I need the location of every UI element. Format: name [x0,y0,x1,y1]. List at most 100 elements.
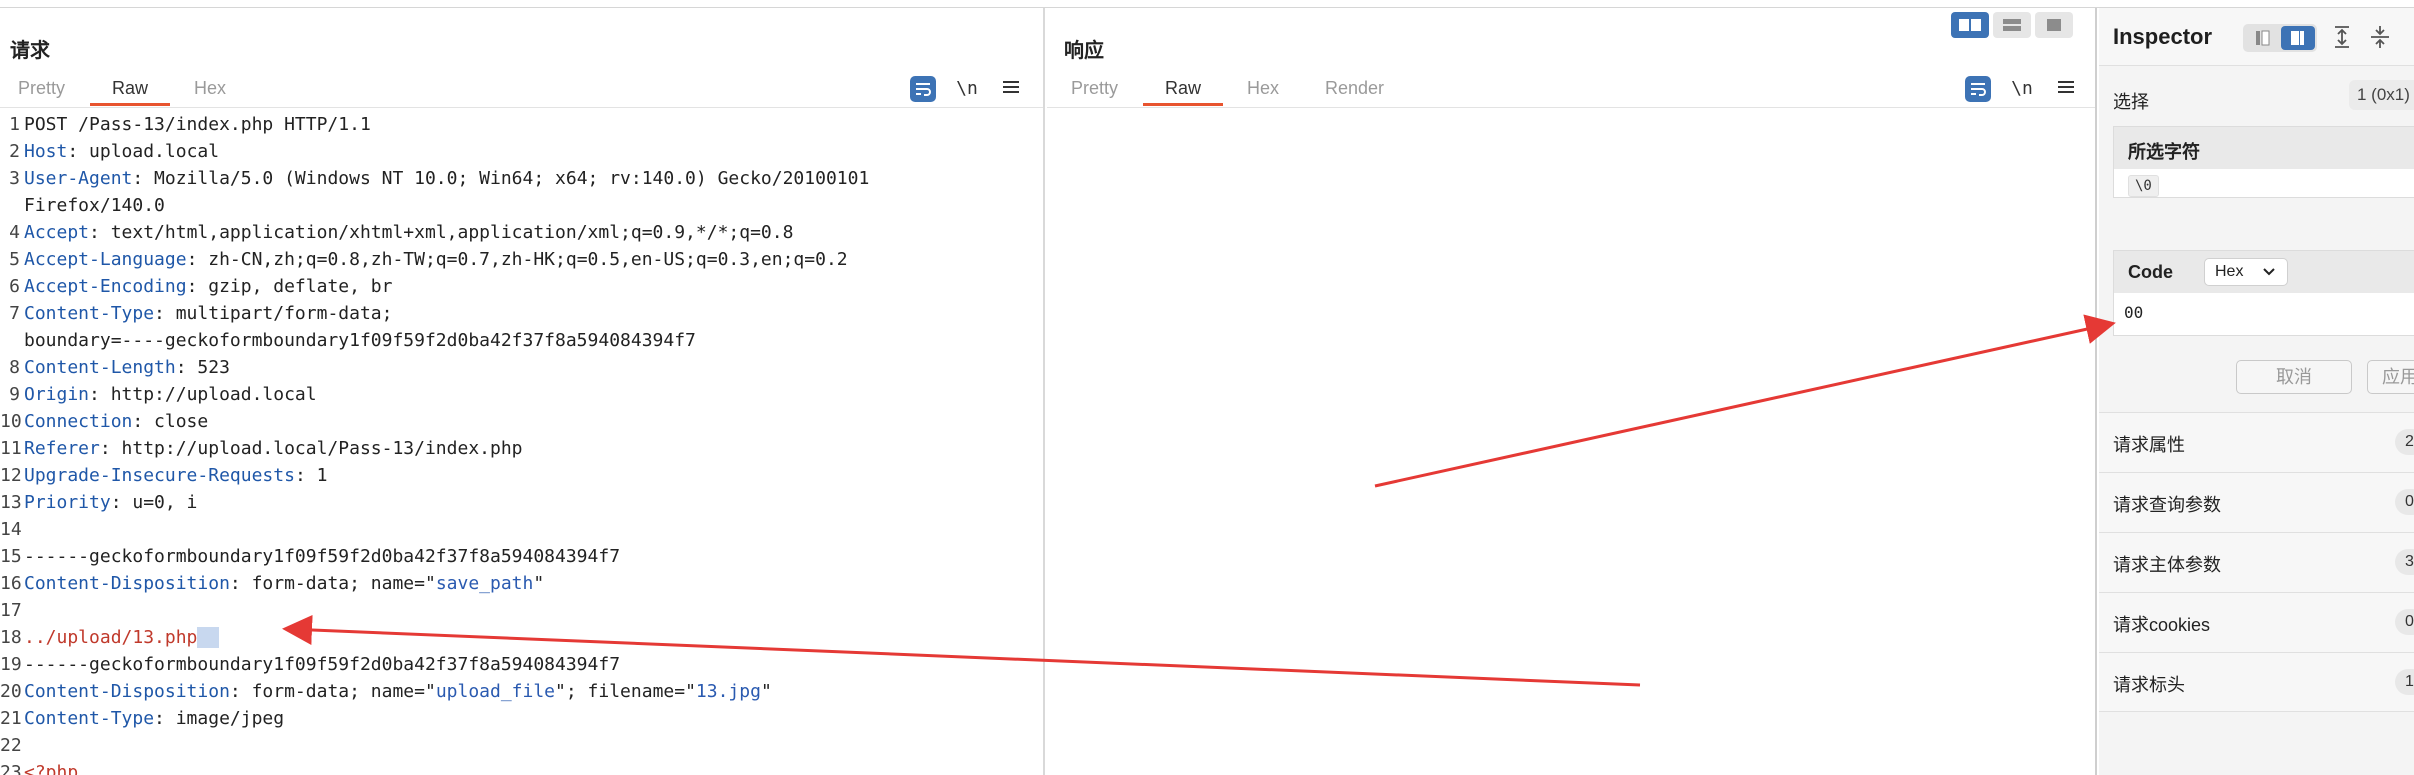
inspector-panel: Inspector 选择 1 (0x1) 所选字符 \0 Code Hex 00… [2099,8,2414,775]
code-line: 2 Host: upload.local [0,138,219,165]
code-line: 14 [0,516,24,543]
string-value: save_path [435,573,534,594]
section-request-query-params[interactable]: 请求查询参数 0 [2099,472,2414,532]
request-active-tab-underline [90,103,170,106]
line-number: 17 [0,600,22,621]
response-tab-pretty[interactable]: Pretty [1071,78,1118,99]
response-newline-toggle-icon[interactable]: \n [2009,76,2035,102]
header-name: Content-Length [24,357,176,378]
chevron-down-icon [2261,259,2277,294]
inspector-layout-left-icon[interactable] [2245,26,2279,50]
header-name: Content-Type [24,303,155,324]
response-tabs: Pretty Raw Hex Render \n [1047,70,2095,108]
line-text: Accept-Language: zh-CN,zh;q=0.8,zh-TW;q=… [24,246,848,273]
header-value: boundary=----geckoformboundary1f09f59f2d… [24,330,696,351]
code-line: 3 User-Agent: Mozilla/5.0 (Windows NT 10.… [0,165,869,192]
header-value: : multipart/form-data; [154,303,393,324]
line-text: User-Agent: Mozilla/5.0 (Windows NT 10.0… [24,165,869,192]
request-menu-icon[interactable] [998,76,1024,102]
split-vertical-icon[interactable] [1993,12,2031,38]
header-value: : http://upload.local/Pass-13/index.php [99,438,523,459]
section-request-attributes[interactable]: 请求属性 2 [2099,412,2414,472]
code-line: 7 Content-Type: multipart/form-data; [0,300,392,327]
response-pane: 响应 Pretty Raw Hex Render \n [1047,8,2097,775]
line-text: boundary=----geckoformboundary1f09f59f2d… [24,327,696,354]
line-text: Content-Disposition: form-data; name="up… [24,678,772,705]
line-number: 19 [0,654,22,675]
code-line: 11 Referer: http://upload.local/Pass-13/i… [0,435,523,462]
section-count: 12 [2395,669,2414,695]
split-horizontal-icon[interactable] [1951,12,1989,38]
string-value: 13.jpg [695,681,761,702]
code-line: 21 Content-Type: image/jpeg [0,705,284,732]
response-tab-raw[interactable]: Raw [1165,78,1201,99]
header-name: Host [24,141,68,162]
line-number: 10 [0,411,22,432]
section-request-headers[interactable]: 请求标头 12 [2099,652,2414,712]
line-text: ------geckoformboundary1f09f59f2d0ba42f3… [24,651,620,678]
header-value: Firefox/140.0 [24,195,165,216]
header-name: Accept-Encoding [24,276,187,297]
response-tab-render[interactable]: Render [1325,78,1384,99]
code-line: 19 ------geckoformboundary1f09f59f2d0ba42… [0,651,620,678]
code-format-select[interactable]: Hex [2204,258,2288,286]
code-line: boundary=----geckoformboundary1f09f59f2d… [0,327,696,354]
line-number: 1 [9,114,20,135]
section-label: 请求主体参数 [2113,555,2221,575]
code-line: 18 ../upload/13.php [0,624,220,651]
header-value: " [533,573,545,594]
request-editor[interactable]: 1 POST /Pass-13/index.php HTTP/1.1 2 Host: … [0,109,1043,775]
header-name: Accept [24,222,90,243]
line-text: Content-Length: 523 [24,354,230,381]
header-name: User-Agent [24,168,133,189]
header-value: : form-data; name=" [229,573,436,594]
code-line: 16 Content-Disposition: form-data; name="… [0,570,544,597]
request-tab-pretty[interactable]: Pretty [18,78,65,99]
response-title: 响应 [1064,40,1104,62]
response-tab-hex[interactable]: Hex [1247,78,1279,99]
section-count: 0 [2395,489,2414,515]
header-value: : http://upload.local [89,384,317,405]
code-line: 4 Accept: text/html,application/xhtml+xml… [0,219,793,246]
section-count: 2 [2395,429,2414,455]
code-value-input[interactable]: 00 [2124,303,2143,322]
selected-chars-value: \0 [2128,175,2159,197]
collapse-all-icon[interactable] [2367,22,2393,52]
section-request-cookies[interactable]: 请求cookies 0 [2099,592,2414,652]
request-pane: 请求 Pretty Raw Hex \n 1 POST /Pass-13/inde… [0,8,1045,775]
code-line: 20 Content-Disposition: form-data; name="… [0,678,772,705]
apply-button[interactable]: 应用 [2367,360,2414,394]
expand-all-icon[interactable] [2329,22,2355,52]
line-text: Content-Type: multipart/form-data; [24,300,392,327]
request-title: 请求 [10,40,50,62]
line-text: Priority: u=0, i [24,489,197,516]
request-tab-raw[interactable]: Raw [112,78,148,99]
header-value: ------geckoformboundary1f09f59f2d0ba42f3… [24,654,621,675]
header-value: : form-data; name=" [229,681,436,702]
line-number: 6 [9,276,20,297]
section-label: 请求标头 [2113,675,2185,695]
inspector-layout-right-icon[interactable] [2281,26,2315,50]
word-wrap-icon[interactable] [910,76,936,102]
header-value: POST /Pass-13/index.php HTTP/1.1 [24,114,371,135]
line-text: POST /Pass-13/index.php HTTP/1.1 [24,111,371,138]
line-number: 21 [0,708,22,729]
newline-toggle-icon[interactable]: \n [954,76,980,102]
line-number: 4 [9,222,20,243]
single-pane-icon[interactable] [2035,12,2073,38]
section-label: 请求cookies [2113,615,2211,635]
inspector-title: Inspector [2113,24,2213,49]
header-value: ------geckoformboundary1f09f59f2d0ba42f3… [24,546,621,567]
line-number: 2 [9,141,20,162]
response-menu-icon[interactable] [2053,76,2079,102]
section-request-body-params[interactable]: 请求主体参数 3 [2099,532,2414,592]
section-count: 0 [2395,609,2414,635]
line-text: Accept-Encoding: gzip, deflate, br [24,273,392,300]
selected-chars-label: 所选字符 [2128,142,2200,162]
header-name: Content-Disposition [24,681,230,702]
header-value: : Mozilla/5.0 (Windows NT 10.0; Win64; x… [132,168,870,189]
cancel-button[interactable]: 取消 [2236,360,2352,394]
response-word-wrap-icon[interactable] [1965,76,1991,102]
request-tab-hex[interactable]: Hex [194,78,226,99]
section-count: 3 [2395,549,2414,575]
